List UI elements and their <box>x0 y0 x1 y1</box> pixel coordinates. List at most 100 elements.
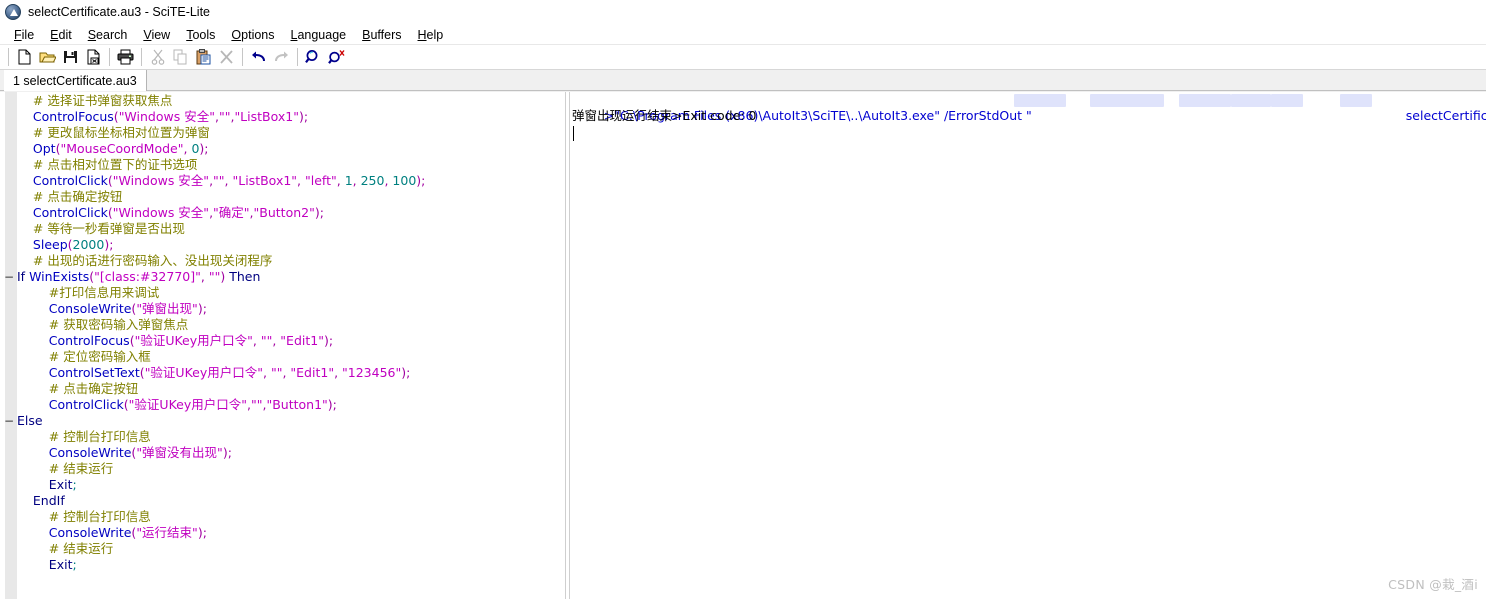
code-token: Opt <box>32 141 56 156</box>
output-pane[interactable]: >"C:\Program Files (x86)\AutoIt3\SciTE\.… <box>570 92 1486 599</box>
menu-item-options[interactable]: Options <box>223 26 282 43</box>
code-text-area[interactable]: # 选择证书弹窗获取焦点 ControlFocus("Windows 安全","… <box>4 92 565 599</box>
code-token: # 控制台打印信息 <box>48 429 151 444</box>
code-token: ControlFocus <box>32 109 114 124</box>
code-token: ; <box>72 477 77 492</box>
code-token: , <box>200 269 209 284</box>
fold-margin[interactable] <box>5 92 17 599</box>
scite-app-icon <box>5 4 21 20</box>
save-file-icon[interactable] <box>59 46 82 68</box>
code-token: , <box>252 333 261 348</box>
redaction-block <box>1231 94 1271 107</box>
code-token: ; <box>72 557 77 572</box>
code-token: Exit <box>48 477 73 492</box>
code-line: Sleep(2000); <box>17 237 565 253</box>
code-line: ControlSetText("验证UKey用户口令", "", "Edit1"… <box>17 365 565 381</box>
redaction-block <box>1090 94 1164 107</box>
code-line: ConsoleWrite("弹窗出现"); <box>17 301 565 317</box>
find-icon[interactable] <box>302 46 325 68</box>
code-line: ControlFocus("Windows 安全","","ListBox1")… <box>17 109 565 125</box>
code-token: "left" <box>305 173 337 188</box>
replace-icon[interactable] <box>325 46 348 68</box>
menu-item-tools[interactable]: Tools <box>178 26 223 43</box>
open-file-icon[interactable] <box>36 46 59 68</box>
code-token: # 更改鼠标坐标相对位置为弹窗 <box>32 125 210 140</box>
menu-item-file[interactable]: File <box>6 26 42 43</box>
title-bar: selectCertificate.au3 - SciTE-Lite <box>0 0 1486 24</box>
menu-item-language[interactable]: Language <box>283 26 355 43</box>
code-token: "[class:#32770]" <box>94 269 201 284</box>
redo-icon <box>270 46 293 68</box>
toolbar-separator <box>8 48 9 66</box>
close-file-icon[interactable] <box>82 46 105 68</box>
fold-toggle-icon[interactable]: − <box>3 269 15 285</box>
code-line: # 控制台打印信息 <box>17 429 565 445</box>
code-token: "验证UKey用户口令" <box>134 333 253 348</box>
paste-icon[interactable] <box>192 46 215 68</box>
code-token: ControlFocus <box>48 333 130 348</box>
menu-item-edit[interactable]: Edit <box>42 26 80 43</box>
code-token: Else <box>17 413 43 428</box>
code-token: "验证UKey用户口令" <box>144 365 263 380</box>
print-icon[interactable] <box>114 46 137 68</box>
editor-pane[interactable]: # 选择证书弹窗获取焦点 ControlFocus("Windows 安全","… <box>0 92 565 599</box>
code-line: EndIf <box>17 493 565 509</box>
code-token: EndIf <box>32 493 65 508</box>
tab-bar: 1 selectCertificate.au3 <box>0 70 1486 91</box>
code-token: "ListBox1" <box>232 173 298 188</box>
undo-icon[interactable] <box>247 46 270 68</box>
code-token: # 选择证书弹窗获取焦点 <box>32 93 173 108</box>
tab-selectcertificate[interactable]: 1 selectCertificate.au3 <box>4 70 147 91</box>
code-token: ); <box>298 109 309 124</box>
redaction-block <box>1179 94 1231 107</box>
code-token: "Button1" <box>266 397 328 412</box>
code-token: If <box>17 269 30 284</box>
code-line: # 等待一秒看弹窗是否出现 <box>17 221 565 237</box>
code-line: # 获取密码输入弹窗焦点 <box>17 317 565 333</box>
redaction-block <box>1014 94 1066 107</box>
new-file-icon[interactable] <box>13 46 36 68</box>
code-token: 100 <box>392 173 417 188</box>
code-token: "验证UKey用户口令" <box>128 397 247 412</box>
fold-toggle-icon[interactable]: − <box>3 413 15 429</box>
menu-item-buffers[interactable]: Buffers <box>354 26 409 43</box>
code-line: # 控制台打印信息 <box>17 509 565 525</box>
code-line: # 点击确定按钮 <box>17 189 565 205</box>
toolbar-separator <box>109 48 110 66</box>
code-token: # 定位密码输入框 <box>48 349 151 364</box>
code-token: "弹窗没有出现" <box>136 445 223 460</box>
code-token: "" <box>213 173 225 188</box>
code-token: ConsoleWrite <box>48 525 132 540</box>
csdn-watermark: CSDN @栽_酒i <box>1388 577 1478 592</box>
copy-icon <box>169 46 192 68</box>
code-token: ); <box>104 237 114 252</box>
scite-window: selectCertificate.au3 - SciTE-Lite File E… <box>0 0 1486 599</box>
code-token: "" <box>250 397 263 412</box>
code-token: ControlSetText <box>48 365 140 380</box>
code-line: ConsoleWrite("运行结束"); <box>17 525 565 541</box>
code-token: Exit <box>48 557 73 572</box>
code-token: , <box>352 173 361 188</box>
menu-item-help[interactable]: Help <box>410 26 452 43</box>
code-line: # 选择证书弹窗获取焦点 <box>17 93 565 109</box>
menu-item-search[interactable]: Search <box>80 26 136 43</box>
code-token: ); <box>197 301 207 316</box>
code-token: ); <box>222 445 232 460</box>
menu-item-view[interactable]: View <box>135 26 178 43</box>
code-line: Exit; <box>17 557 565 573</box>
panes-container: # 选择证书弹窗获取焦点 ControlFocus("Windows 安全","… <box>0 92 1486 599</box>
code-line: ConsoleWrite("弹窗没有出现"); <box>17 445 565 461</box>
output-caret <box>573 126 574 141</box>
code-line: # 定位密码输入框 <box>17 349 565 365</box>
